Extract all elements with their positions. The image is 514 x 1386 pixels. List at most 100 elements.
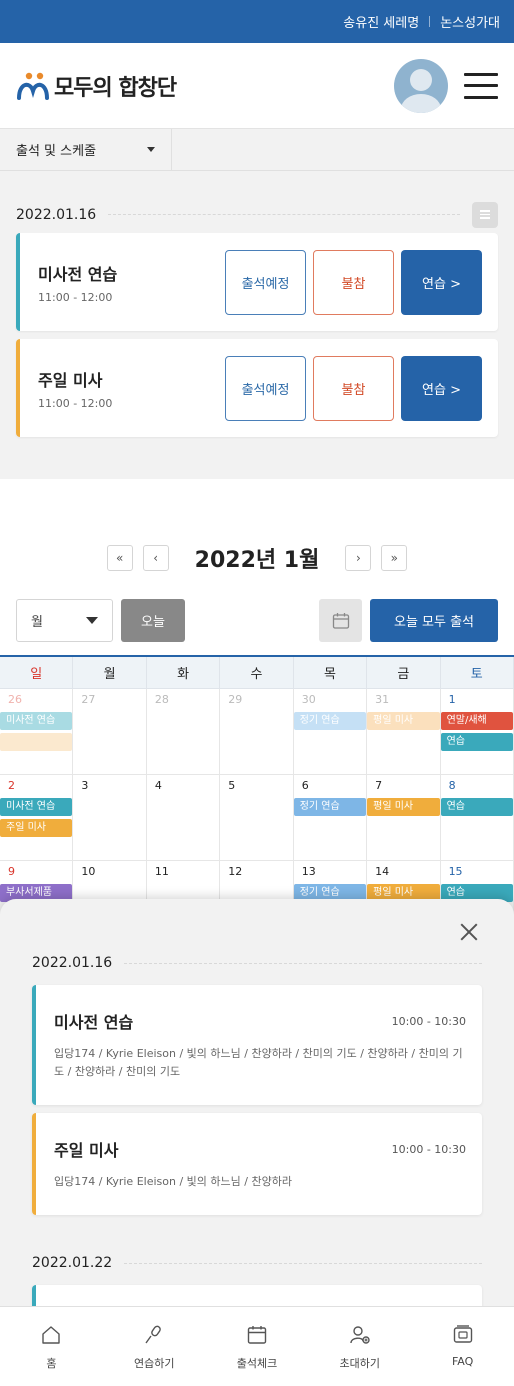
invite-user-icon: [350, 1326, 370, 1344]
calendar-event[interactable]: 연습: [440, 733, 513, 751]
day-number: 9: [8, 865, 15, 878]
next-month-button[interactable]: ›: [345, 545, 372, 571]
day-number: 6: [301, 779, 309, 792]
day-number: 26: [8, 693, 22, 706]
nav-item-label: 홈: [46, 1357, 57, 1370]
song-card[interactable]: [32, 1285, 482, 1306]
prev-month-button[interactable]: ‹: [142, 545, 169, 571]
next-year-button[interactable]: »: [381, 545, 408, 571]
calendar-day[interactable]: 31 평일 미사: [367, 689, 441, 775]
calendar-day[interactable]: 1 연말/새해 연습: [440, 689, 514, 775]
date-picker-button[interactable]: [319, 599, 362, 642]
day-number: 4: [154, 779, 162, 792]
header: 모두의 합창단: [0, 43, 514, 129]
calendar-event[interactable]: 연습: [440, 798, 513, 816]
nav-item-1[interactable]: 연습하기: [103, 1307, 206, 1386]
microphone-icon: [145, 1325, 162, 1344]
calendar-event[interactable]: 미사전 연습: [0, 798, 73, 816]
calendar-event[interactable]: [0, 733, 73, 751]
parish-name[interactable]: 논스성가대: [440, 12, 500, 31]
sheet-date-row: 2022.01.16: [32, 953, 482, 973]
today-date: 2022.01.16: [16, 206, 97, 223]
calendar-day[interactable]: 5: [220, 775, 294, 861]
practice-button[interactable]: 연습 >: [401, 249, 482, 315]
list-icon[interactable]: [472, 201, 498, 228]
weekday-header: 금: [367, 657, 441, 689]
color-bar: [16, 339, 20, 437]
song-card[interactable]: 미사전 연습 10:00 - 10:30 입당174 / Kyrie Eleison…: [32, 985, 482, 1105]
day-number: 31: [375, 693, 390, 706]
nav-item-2[interactable]: 출석체크: [206, 1307, 309, 1386]
day-number: 14: [375, 865, 390, 878]
calendar-day[interactable]: 28: [146, 689, 221, 775]
view-mode-select[interactable]: 월: [16, 599, 113, 642]
nav-item-label: 초대하기: [339, 1357, 381, 1370]
faq-icon: [453, 1325, 472, 1343]
section-dropdown-label: 출석 및 스케줄: [16, 144, 97, 159]
prev-year-button[interactable]: «: [106, 545, 133, 571]
nav-item-label: 연습하기: [133, 1357, 175, 1370]
day-number: 3: [81, 779, 89, 792]
calendar-event[interactable]: 평일 미사: [367, 798, 440, 816]
absent-button[interactable]: 불참: [313, 355, 394, 421]
song-card-time: 10:00 - 10:30: [391, 1014, 466, 1028]
nav-item-0[interactable]: 홈: [0, 1307, 103, 1386]
close-icon[interactable]: [460, 923, 478, 941]
attend-button[interactable]: 출석예정: [225, 355, 306, 421]
calendar-day[interactable]: 7 평일 미사: [367, 775, 441, 861]
schedule-title: 주일 미사: [38, 370, 103, 390]
absent-button[interactable]: 불참: [313, 249, 394, 315]
weekday-header: 일: [0, 657, 74, 689]
calendar-event[interactable]: 연말/새해: [440, 712, 513, 730]
calendar-day[interactable]: 2 미사전 연습 주일 미사: [0, 775, 74, 861]
song-card[interactable]: 주일 미사 10:00 - 10:30 입당174 / Kyrie Eleison …: [32, 1113, 482, 1215]
weekday-header: 화: [146, 657, 221, 689]
calendar-event[interactable]: 미사전 연습: [0, 712, 73, 730]
calendar-day[interactable]: 6 정기 연습: [293, 775, 368, 861]
calendar-day[interactable]: 27: [73, 689, 147, 775]
calendar-day[interactable]: 4: [146, 775, 221, 861]
calendar-event[interactable]: 주일 미사: [0, 819, 73, 837]
sheet-date: 2022.01.22: [32, 1255, 113, 1271]
bottom-nav: 홈 연습하기 출석체크 초대하기 FAQ: [0, 1306, 514, 1386]
month-title: 2022년 1월: [194, 548, 320, 573]
attend-button[interactable]: 출석예정: [225, 249, 306, 315]
attend-all-button[interactable]: 오늘 모두 출석: [370, 599, 498, 642]
day-number: 7: [375, 779, 383, 792]
day-number: 28: [154, 693, 169, 706]
color-bar: [16, 233, 20, 331]
view-mode-value: 월: [31, 615, 43, 630]
sub-nav: 출석 및 스케줄: [0, 129, 514, 171]
menu-icon[interactable]: [464, 72, 498, 99]
calendar-day[interactable]: 8 연습: [440, 775, 514, 861]
day-number: 27: [81, 693, 96, 706]
calendar-event[interactable]: 평일 미사: [367, 712, 440, 730]
calendar-day[interactable]: 29: [220, 689, 294, 775]
nav-item-3[interactable]: 초대하기: [308, 1307, 411, 1386]
calendar-day[interactable]: 30 정기 연습: [293, 689, 368, 775]
today-schedule: 2022.01.16 미사전 연습 11:00 - 12:00 출석예정 불참 연습 >…: [0, 171, 514, 477]
nav-item-label: 출석체크: [236, 1357, 278, 1370]
user-name[interactable]: 송유진 세레명: [343, 12, 419, 31]
color-bar: [32, 1113, 36, 1215]
calendar-event[interactable]: 정기 연습: [293, 798, 367, 816]
schedule-time: 11:00 - 12:00: [38, 396, 113, 410]
nav-item-4[interactable]: FAQ: [411, 1307, 514, 1386]
practice-button[interactable]: 연습 >: [401, 355, 482, 421]
nav-item-label: FAQ: [451, 1355, 474, 1368]
song-card-title: 미사전 연습: [54, 1013, 134, 1032]
caret-down-icon: [86, 617, 98, 624]
caret-down-icon: [147, 147, 155, 152]
calendar-event[interactable]: 정기 연습: [293, 712, 367, 730]
calendar-day[interactable]: 26 미사전 연습: [0, 689, 74, 775]
calendar-day[interactable]: 3: [73, 775, 147, 861]
avatar[interactable]: [394, 58, 448, 113]
song-list-sheet: 2022.01.16 미사전 연습 10:00 - 10:30 입당174 / Kyr…: [0, 899, 514, 1306]
schedule-title: 미사전 연습: [38, 264, 118, 284]
today-button[interactable]: 오늘: [121, 599, 185, 642]
home-icon: [42, 1326, 61, 1344]
logo[interactable]: 모두의 합창단: [16, 70, 177, 102]
section-dropdown[interactable]: 출석 및 스케줄: [0, 129, 172, 170]
schedule-card: 미사전 연습 11:00 - 12:00 출석예정 불참 연습 >: [16, 233, 498, 331]
calendar-week: 26 미사전 연습 27 28 29 30 정기 연습 31 평일 미사 1 연말/새해 연습: [0, 689, 514, 775]
